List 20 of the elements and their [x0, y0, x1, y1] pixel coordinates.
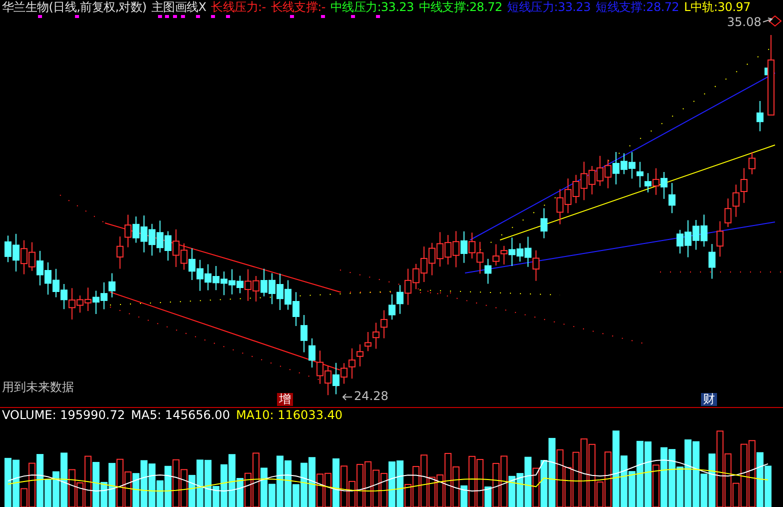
event-marker: 财 [701, 393, 717, 406]
volume-value: VOLUME: 195990.72 [2, 408, 125, 422]
warning-text: 用到未来数据 [2, 379, 74, 396]
stock-title: 华兰生物(日线,前复权,对数) [2, 0, 146, 15]
price-label: 35.08 [727, 15, 762, 29]
price-label: 24.28 [354, 389, 388, 403]
indicator-value: L中轨:30.97 [684, 0, 750, 15]
indicator-name: 主图画线X [152, 0, 206, 15]
event-marker: 增 [277, 393, 293, 406]
indicator-value: 短线支撑:28.72 [596, 0, 680, 15]
diamond-icon [768, 15, 782, 27]
indicator-value: 长线支撑:- [270, 0, 326, 15]
indicator-value: 中线压力:33.23 [330, 0, 414, 15]
volume-value: MA10: 116033.40 [236, 408, 343, 422]
indicator-value: 中线支撑:28.72 [418, 0, 502, 15]
indicator-value: 短线压力:33.23 [507, 0, 591, 15]
arrow-icon [342, 394, 352, 400]
volume-value: MA5: 145656.00 [131, 408, 230, 422]
indicator-value: 长线压力:- [211, 0, 266, 15]
leader-line [762, 18, 773, 22]
